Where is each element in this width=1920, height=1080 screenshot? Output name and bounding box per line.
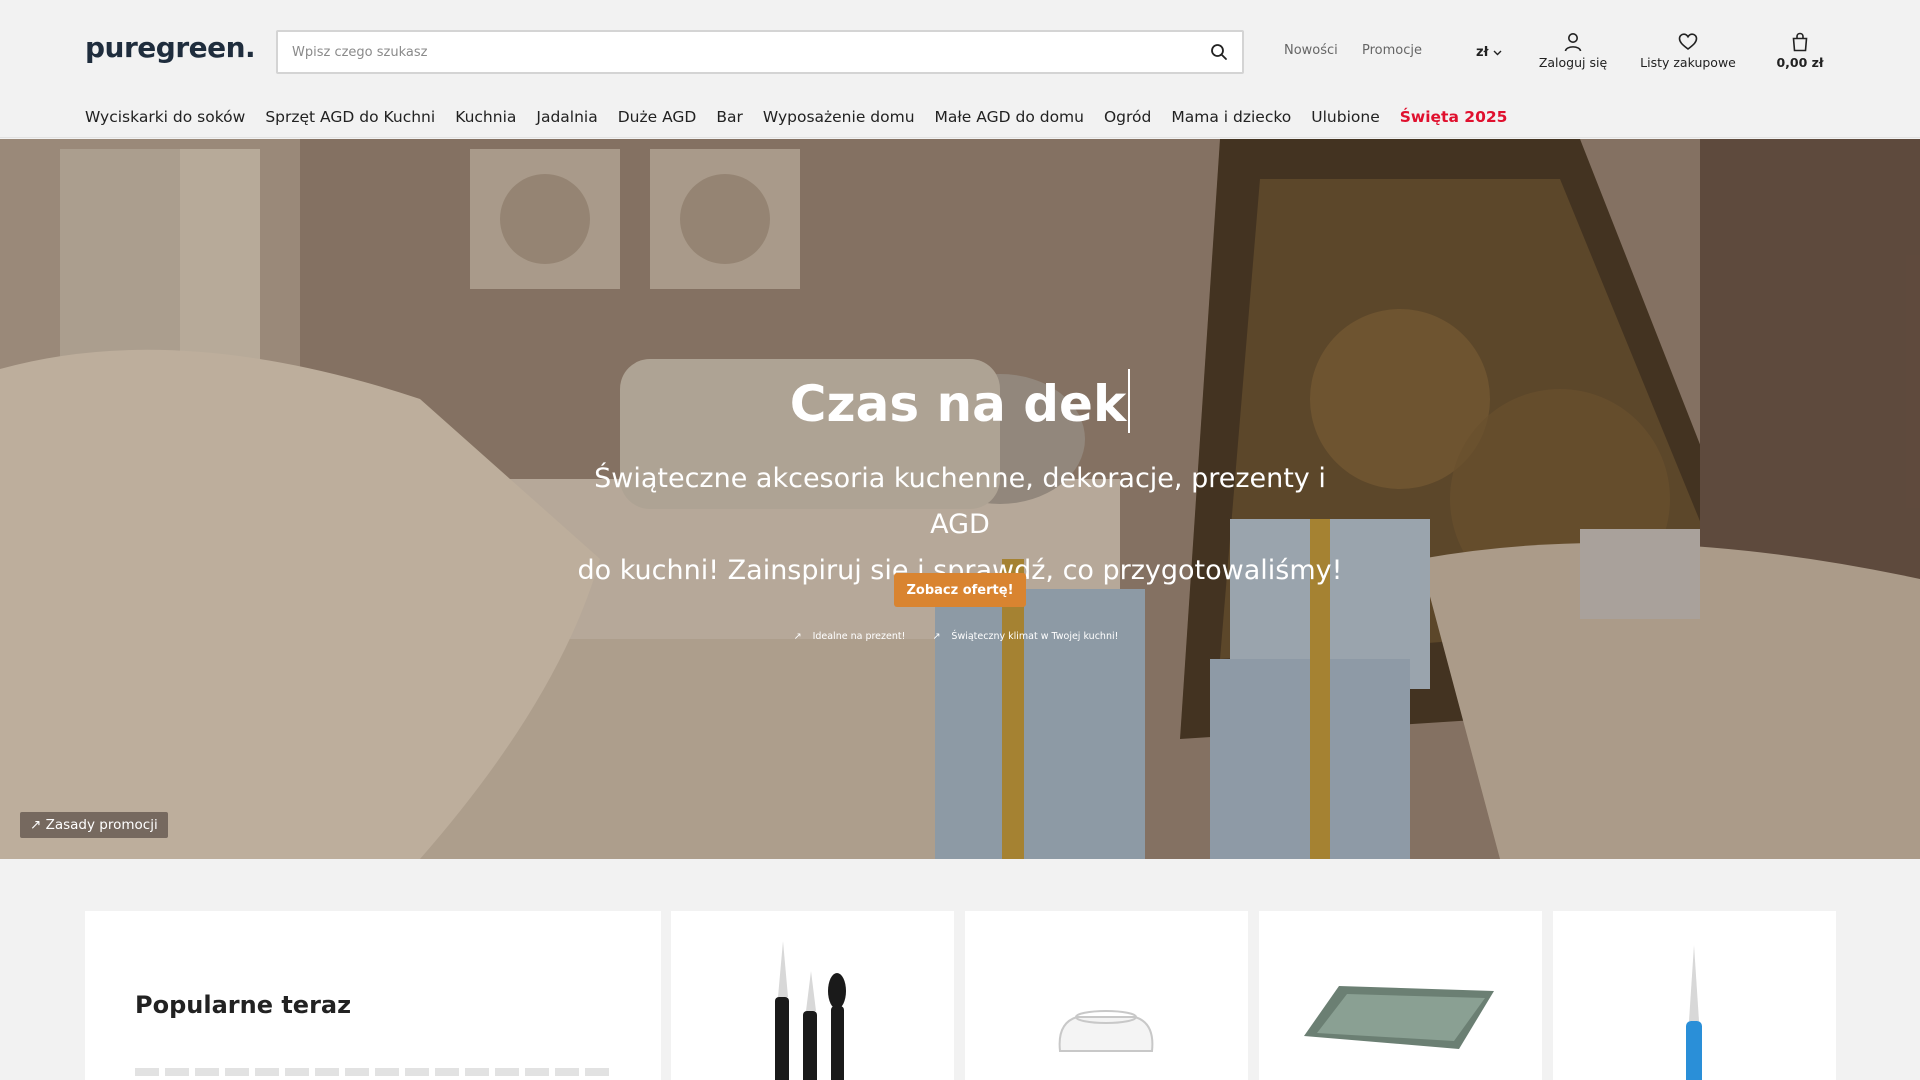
product-image-glass-jar: [1058, 1010, 1154, 1052]
hero-links: ↗ Idealne na prezent! ↗ Świąteczny klima…: [0, 631, 1920, 642]
nav-item-dining[interactable]: Jadalnia: [536, 108, 597, 126]
see-offer-button[interactable]: Zobacz ofertę!: [894, 573, 1026, 607]
promo-rules-link[interactable]: ↗ Zasady promocji: [20, 812, 168, 838]
login-button[interactable]: Zaloguj się: [1538, 32, 1608, 70]
nav-item-home-furnishing[interactable]: Wyposażenie domu: [763, 108, 915, 126]
product-card[interactable]: [965, 911, 1248, 1080]
wishlist-button[interactable]: Listy zakupowe: [1638, 32, 1738, 70]
hero-link-gift[interactable]: ↗ Idealne na prezent!: [794, 631, 914, 642]
product-image-knife-set: [775, 941, 846, 1080]
hero-subtitle-line-1: Świąteczne akcesoria kuchenne, dekoracje…: [594, 463, 1326, 540]
hero-title-text: Czas na dek: [789, 375, 1127, 433]
nav-item-large-appliances[interactable]: Duże AGD: [618, 108, 697, 126]
promo-rules-label: Zasady promocji: [45, 817, 158, 833]
hero-banner[interactable]: Czas na dek Świąteczne akcesoria kuchenn…: [0, 139, 1920, 859]
nav-item-kitchen-appliances[interactable]: Sprzęt AGD do Kuchni: [265, 108, 435, 126]
nav-item-favorites[interactable]: Ulubione: [1311, 108, 1379, 126]
hero-link-gift-label: Idealne na prezent!: [812, 631, 906, 642]
chevron-down-icon: [1493, 45, 1502, 60]
nav-item-juicers[interactable]: Wyciskarki do soków: [85, 108, 245, 126]
popular-section: Popularne teraz: [0, 859, 1920, 1080]
site-header: puregreen. Nowości Promocje zł Zaloguj s…: [0, 0, 1920, 138]
heart-icon: [1678, 33, 1698, 51]
shopping-bag-icon: [1792, 32, 1808, 52]
nav-item-bar[interactable]: Bar: [716, 108, 743, 126]
product-image-paring-knife: [1686, 945, 1702, 1080]
nav-item-mother-child[interactable]: Mama i dziecko: [1171, 108, 1291, 126]
product-image-baking-tray: [1304, 986, 1494, 1049]
user-icon: [1564, 33, 1582, 52]
typing-caret: [1128, 369, 1131, 433]
new-arrivals-link[interactable]: Nowości: [1284, 43, 1338, 58]
hero-link-christmas-kitchen[interactable]: ↗ Świąteczny klimat w Twojej kuchni!: [932, 631, 1126, 642]
search-box: [276, 30, 1244, 74]
nav-item-garden[interactable]: Ogród: [1104, 108, 1151, 126]
hero-link-christmas-kitchen-label: Świąteczny klimat w Twojej kuchni!: [951, 631, 1119, 642]
nav-item-small-appliances[interactable]: Małe AGD do domu: [935, 108, 1084, 126]
nav-item-christmas[interactable]: Święta 2025: [1400, 108, 1508, 126]
cart-button[interactable]: 0,00 zł: [1772, 32, 1828, 70]
login-label: Zaloguj się: [1538, 55, 1608, 70]
product-card[interactable]: [671, 911, 954, 1080]
search-icon[interactable]: [1210, 43, 1228, 61]
currency-selector[interactable]: zł: [1476, 45, 1502, 60]
popular-intro-card: Popularne teraz: [85, 911, 661, 1080]
product-card[interactable]: [1553, 911, 1836, 1080]
logo[interactable]: puregreen.: [85, 31, 256, 64]
popular-description-placeholder: [135, 1068, 615, 1076]
product-card[interactable]: [1259, 911, 1542, 1080]
search-input[interactable]: [292, 32, 1192, 72]
promotions-link[interactable]: Promocje: [1362, 43, 1422, 58]
wishlist-label: Listy zakupowe: [1640, 55, 1736, 70]
currency-label: zł: [1476, 45, 1489, 60]
nav-item-kitchen[interactable]: Kuchnia: [455, 108, 516, 126]
popular-heading: Popularne teraz: [135, 991, 352, 1019]
cart-total: 0,00 zł: [1776, 55, 1824, 70]
main-nav: Wyciskarki do soków Sprzęt AGD do Kuchni…: [85, 108, 1527, 126]
hero-title: Czas na dek: [0, 369, 1920, 433]
